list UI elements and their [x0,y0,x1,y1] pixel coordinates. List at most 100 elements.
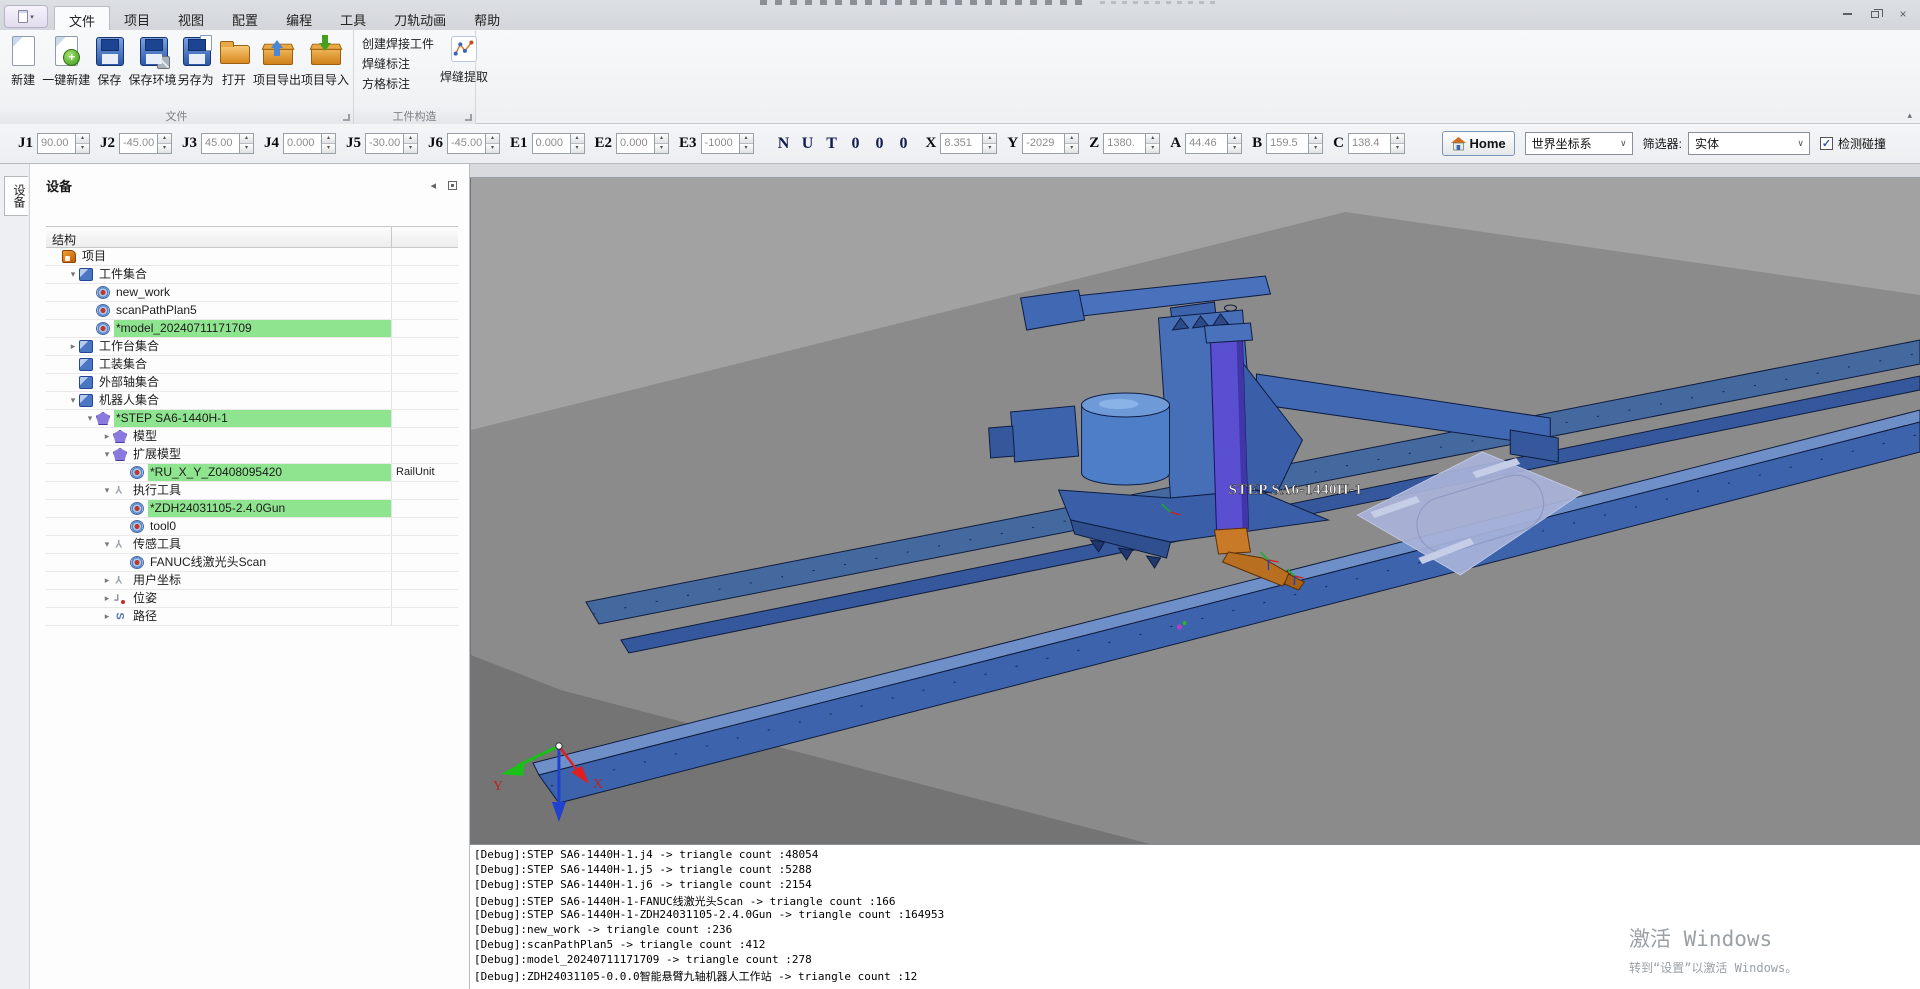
axis-value-input[interactable]: 138.4 ▴▾ [1348,133,1405,154]
expander-icon[interactable]: ▸ [101,611,113,622]
tree-row[interactable]: *ZDH24031105-2.4.0Gun [46,500,458,518]
tree-row[interactable]: 外部轴集合 [46,374,458,392]
expander-icon[interactable]: ▾ [101,485,113,496]
axis-value-input[interactable]: -30.00 ▴▾ [365,133,418,154]
dialog-launcher-icon[interactable] [343,114,350,121]
spinner-buttons[interactable]: ▴▾ [403,134,417,153]
spinner-buttons[interactable]: ▴▾ [982,134,996,153]
toolbar-button[interactable]: 项目导入 [302,32,348,88]
tree-row[interactable]: FANUC线激光头Scan [46,554,458,572]
menu-tab-文件[interactable]: 文件 [54,6,110,30]
tree-row[interactable]: tool0 [46,518,458,536]
tree-row[interactable]: ▾ 传感工具 [46,536,458,554]
expander-icon[interactable]: ▸ [101,431,113,442]
home-button[interactable]: Home [1442,131,1515,156]
minimize-button[interactable] [1836,6,1858,22]
toolbar-button[interactable]: 打开 [216,32,252,88]
axis-value-input[interactable]: -2029 ▴▾ [1022,133,1079,154]
tree-row[interactable]: new_work [46,284,458,302]
tree-row[interactable]: ▸ 用户坐标 [46,572,458,590]
expander-icon[interactable]: ▾ [84,413,96,424]
menu-tab-帮助[interactable]: 帮助 [460,6,514,30]
axis-value-input[interactable]: 45.00 ▴▾ [201,133,254,154]
toolbar-button-label: 新建 [11,71,35,88]
debug-console[interactable]: [Debug]:STEP SA6-1440H-1.j4 -> triangle … [470,844,1920,989]
tree-row[interactable]: *RU_X_Y_Z0408095420 RailUnit [46,464,458,482]
maximize-button[interactable] [1864,6,1886,22]
axis-value-input[interactable]: 1380. ▴▾ [1103,133,1160,154]
menu-tab-视图[interactable]: 视图 [164,6,218,30]
construct-text-button[interactable]: 方格标注 [362,74,434,94]
tree-row[interactable]: *model_20240711171709 [46,320,458,338]
axis-value-input[interactable]: 90.00 ▴▾ [37,133,90,154]
expander-icon[interactable]: ▾ [67,269,79,280]
menu-tab-刀轨动画[interactable]: 刀轨动画 [380,6,460,30]
menu-tab-项目[interactable]: 项目 [110,6,164,30]
toolbar-button[interactable]: 一键新建 [43,32,89,88]
panel-collapse-icon[interactable]: ◂ [430,179,436,192]
menu-tab-配置[interactable]: 配置 [218,6,272,30]
tree-row[interactable]: ▸ 模型 [46,428,458,446]
tree-item-icon [113,574,127,587]
spinner-buttons[interactable]: ▴▾ [1308,134,1322,153]
coordinate-system-select[interactable]: 世界坐标系∨ [1525,132,1633,155]
tree-row[interactable]: ▾ *STEP SA6-1440H-1 [46,410,458,428]
tree-row[interactable]: ▾ 工件集合 [46,266,458,284]
axis-value-input[interactable]: -45.00 ▴▾ [447,133,500,154]
expander-icon[interactable]: ▾ [67,395,79,406]
axis-value-input[interactable]: 0.000 ▴▾ [532,133,585,154]
tree-row[interactable]: ▾ 机器人集合 [46,392,458,410]
axis-value-input[interactable]: 44.46 ▴▾ [1185,133,1242,154]
spinner-buttons[interactable]: ▴▾ [1390,134,1404,153]
tree-row[interactable]: 项目 [46,248,458,266]
expander-icon[interactable]: ▸ [101,575,113,586]
tree-row[interactable]: ▸ 位姿 [46,590,458,608]
filter-select[interactable]: 实体∨ [1688,132,1810,155]
ribbon-collapse-icon[interactable]: ▴ [1907,110,1912,121]
spinner-buttons[interactable]: ▴▾ [739,134,753,153]
viewport-3d[interactable]: STEP SA6-1440H-1 [470,178,1920,844]
tree-row[interactable]: ▸ 工作台集合 [46,338,458,356]
toolbar-button[interactable]: 新建 [5,32,41,88]
spinner-buttons[interactable]: ▴▾ [1064,134,1078,153]
axis-value-input[interactable]: -1000 ▴▾ [701,133,754,154]
tree-row[interactable]: scanPathPlan5 [46,302,458,320]
spinner-buttons[interactable]: ▴▾ [239,134,253,153]
tree-row[interactable]: 工装集合 [46,356,458,374]
spinner-buttons[interactable]: ▴▾ [654,134,668,153]
panel-dock-icon[interactable] [448,181,457,190]
menu-tab-工具[interactable]: 工具 [326,6,380,30]
expander-icon[interactable]: ▾ [101,539,113,550]
tree-item-icon [96,322,110,335]
expander-icon[interactable]: ▾ [101,449,113,460]
spinner-buttons[interactable]: ▴▾ [75,134,89,153]
tree-row[interactable]: ▾ 执行工具 [46,482,458,500]
app-menu-button[interactable]: ▾ [4,5,48,28]
expander-icon[interactable]: ▸ [67,341,79,352]
tree-row[interactable]: ▸ 路径 [46,608,458,626]
device-tab[interactable]: 设备 [4,176,28,216]
axis-value-input[interactable]: 0.000 ▴▾ [616,133,669,154]
dialog-launcher-icon[interactable] [465,114,472,121]
spinner-buttons[interactable]: ▴▾ [1227,134,1241,153]
construct-text-button[interactable]: 创建焊接工件 [362,34,434,54]
axis-value-input[interactable]: -45.00 ▴▾ [119,133,172,154]
axis-value-input[interactable]: 0.000 ▴▾ [283,133,336,154]
panel-title: 设备 [46,176,72,195]
spinner-buttons[interactable]: ▴▾ [1145,134,1159,153]
menu-tab-编程[interactable]: 编程 [272,6,326,30]
construct-text-button[interactable]: 焊缝标注 [362,54,434,74]
toolbar-button[interactable]: 保存 [91,32,127,88]
toolbar-button[interactable]: 另存为 [178,32,214,88]
collision-check[interactable]: ✓ 检测碰撞 [1820,135,1886,152]
close-button[interactable]: × [1892,6,1914,22]
spinner-buttons[interactable]: ▴▾ [321,134,335,153]
tree-row[interactable]: ▾ 扩展模型 [46,446,458,464]
axis-value-input[interactable]: 8.351 ▴▾ [940,133,997,154]
spinner-buttons[interactable]: ▴▾ [570,134,584,153]
toolbar-button[interactable]: 项目导出 [254,32,300,88]
spinner-buttons[interactable]: ▴▾ [485,134,499,153]
spinner-buttons[interactable]: ▴▾ [157,134,171,153]
axis-value-input[interactable]: 159.5 ▴▾ [1266,133,1323,154]
toolbar-button[interactable]: 保存环境 [130,32,176,88]
